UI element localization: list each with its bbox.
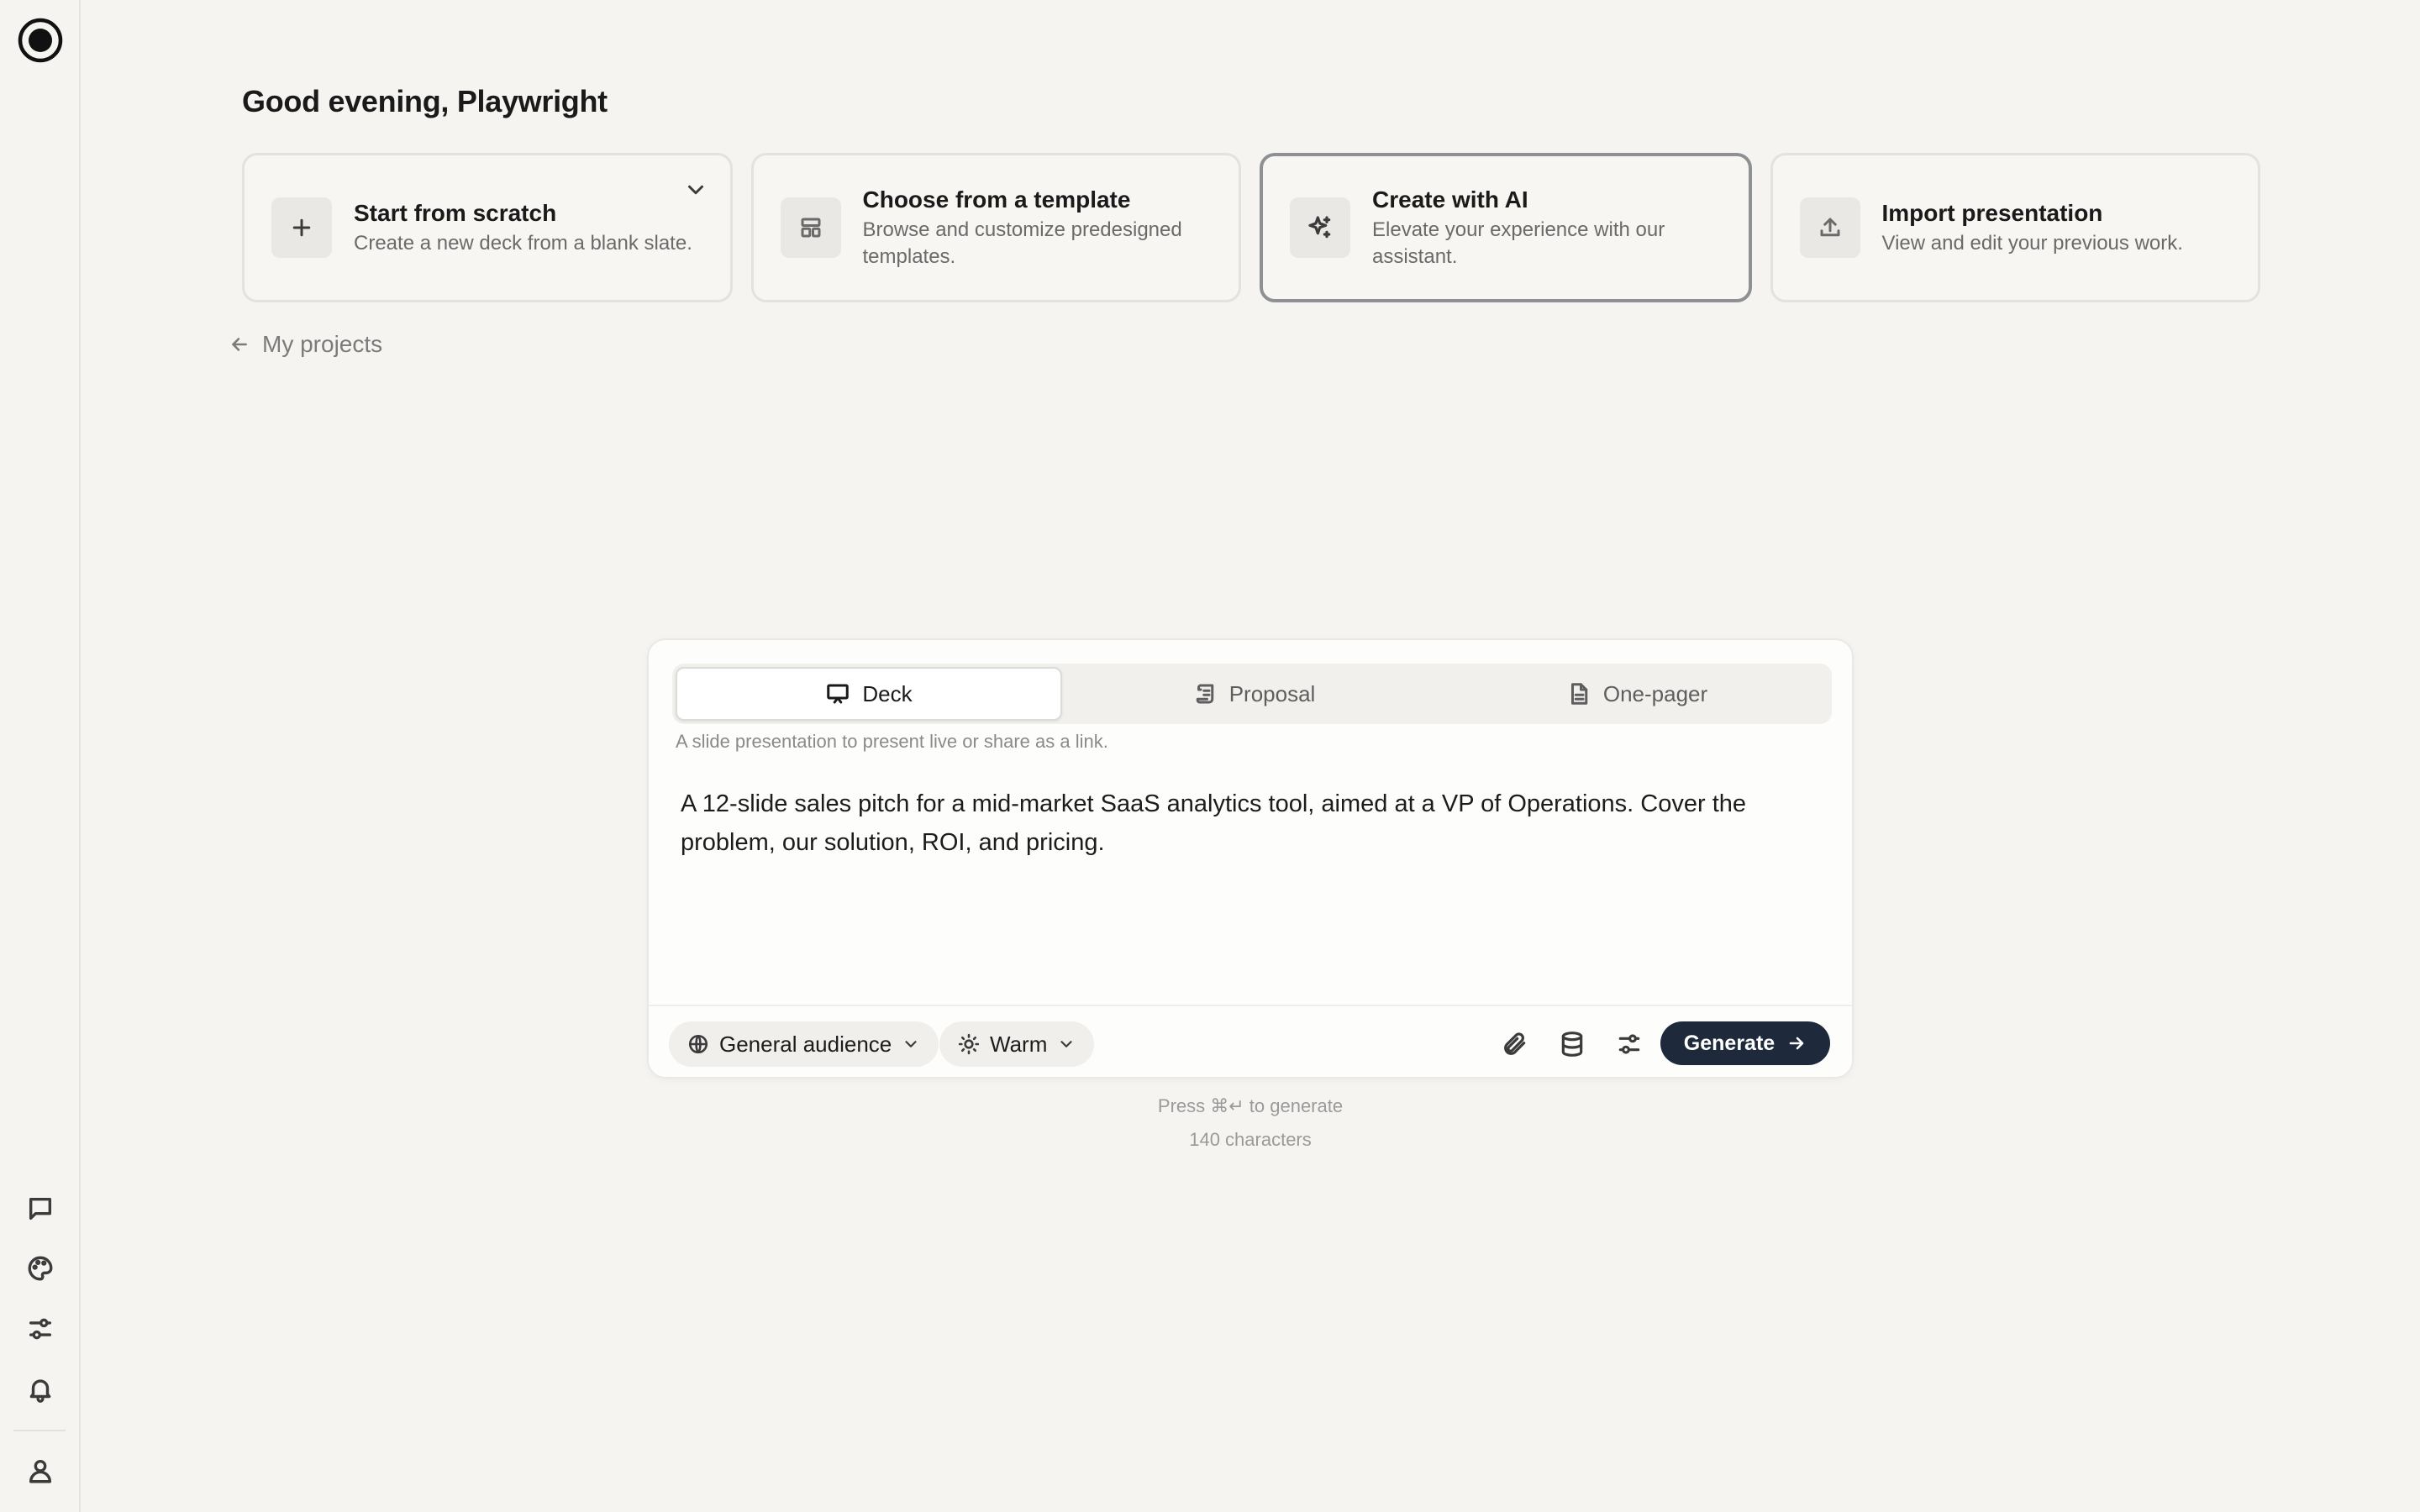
plus-icon	[271, 197, 332, 258]
bell-icon[interactable]	[24, 1373, 56, 1405]
prompt-input[interactable]: A 12-slide sales pitch for a mid-market …	[681, 785, 1807, 995]
template-icon	[780, 197, 841, 258]
my-projects-label: My projects	[262, 331, 383, 357]
sun-icon	[958, 1033, 980, 1055]
audience-selector[interactable]: General audience	[669, 1021, 939, 1067]
ai-composer: Deck Proposal One-pager A slide presenta…	[647, 638, 1854, 1079]
sidebar	[0, 0, 81, 1512]
user-icon[interactable]	[24, 1455, 56, 1487]
card-title: Start from scratch	[354, 200, 557, 226]
tone-selector[interactable]: Warm	[939, 1021, 1095, 1067]
chevron-down-icon[interactable]	[683, 177, 708, 202]
card-title: Choose from a template	[862, 186, 1131, 213]
app-logo-icon[interactable]	[17, 17, 64, 64]
tab-proposal[interactable]: Proposal	[1062, 667, 1445, 721]
sparkle-icon	[1290, 197, 1350, 258]
card-description: Create a new deck from a blank slate.	[354, 232, 692, 255]
generate-label: Generate	[1683, 1031, 1776, 1055]
card-description: Elevate your experience with our assista…	[1372, 218, 1665, 268]
tab-description: A slide presentation to present live or …	[676, 731, 1108, 752]
sidebar-divider	[13, 1430, 66, 1431]
tab-label: One-pager	[1602, 680, 1708, 706]
creation-options: Start from scratch Create a new deck fro…	[242, 153, 2260, 302]
sliders-icon[interactable]	[24, 1313, 56, 1345]
chevron-down-icon	[1060, 1041, 1072, 1047]
card-description: View and edit your previous work.	[1881, 232, 2183, 255]
chat-icon[interactable]	[24, 1193, 56, 1225]
tab-label: Proposal	[1228, 680, 1316, 706]
document-icon	[1570, 683, 1588, 705]
upload-icon	[1799, 197, 1860, 258]
card-description: Browse and customize predesigned templat…	[862, 218, 1182, 268]
card-title: Create with AI	[1372, 186, 1528, 213]
create-with-ai-card[interactable]: Create with AI Elevate your experience w…	[1260, 153, 1752, 302]
choose-template-card[interactable]: Choose from a template Browse and custom…	[750, 153, 1241, 302]
scroll-icon	[1196, 684, 1213, 704]
import-presentation-card[interactable]: Import presentation View and edit your p…	[1770, 153, 2260, 302]
shortcut-hint: Press ⌘↵ to generate	[1157, 1095, 1344, 1116]
presentation-icon	[827, 684, 850, 704]
character-count: 140 characters	[1189, 1129, 1312, 1150]
audience-value: General audience	[719, 1031, 892, 1057]
globe-icon	[688, 1034, 708, 1054]
arrow-right-icon	[1789, 1037, 1804, 1050]
tab-one-pager[interactable]: One-pager	[1445, 667, 1828, 721]
my-projects-link[interactable]: My projects	[229, 331, 382, 358]
tone-value: Warm	[990, 1031, 1048, 1057]
settings-sliders-icon[interactable]	[1610, 1025, 1649, 1063]
generate-button[interactable]: Generate	[1660, 1021, 1830, 1065]
database-icon[interactable]	[1553, 1025, 1591, 1063]
chevron-down-icon	[905, 1041, 917, 1047]
page-greeting: Good evening, Playwright	[242, 84, 608, 118]
format-tabs: Deck Proposal One-pager	[672, 664, 1832, 724]
palette-icon[interactable]	[24, 1252, 56, 1284]
tab-deck[interactable]: Deck	[676, 667, 1062, 721]
composer-toolbar: General audience Warm Generate	[649, 1005, 1852, 1080]
arrow-left-icon	[232, 338, 247, 351]
start-from-scratch-card[interactable]: Start from scratch Create a new deck fro…	[242, 153, 733, 302]
paperclip-icon[interactable]	[1496, 1025, 1534, 1063]
tab-label: Deck	[862, 680, 913, 706]
card-title: Import presentation	[1881, 200, 2103, 226]
